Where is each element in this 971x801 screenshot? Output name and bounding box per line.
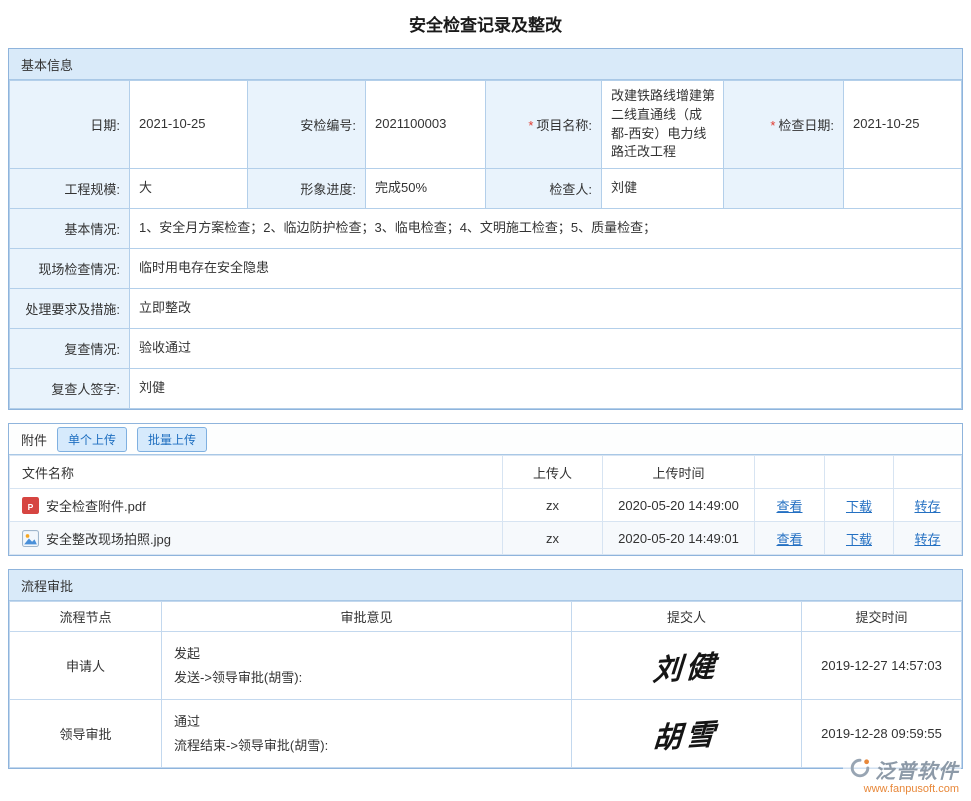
project-name-value: 改建铁路线增建第二线直通线（成都-西安）电力线路迁改工程 xyxy=(602,81,724,169)
svg-text:P: P xyxy=(28,501,34,511)
opinion-header: 审批意见 xyxy=(162,602,572,632)
file-cell: P 安全检查附件.pdf xyxy=(10,489,503,522)
flow-node-header: 流程节点 xyxy=(10,602,162,632)
submit-time-header: 提交时间 xyxy=(802,602,962,632)
table-row: 领导审批 通过 流程结束->领导审批(胡雪): 胡雪 2019-12-28 09… xyxy=(10,700,962,768)
action-header-empty xyxy=(825,456,894,489)
inspection-code-value: 2021100003 xyxy=(366,81,486,169)
check-date-value: 2021-10-25 xyxy=(844,81,962,169)
uploader-header: 上传人 xyxy=(503,456,603,489)
basic-info-table: 日期: 2021-10-25 安检编号: 2021100003 *项目名称: 改… xyxy=(9,80,962,409)
flow-node: 申请人 xyxy=(10,632,162,700)
required-mark: * xyxy=(528,118,533,133)
action-header-empty xyxy=(894,456,962,489)
measures-value: 立即整改 xyxy=(130,289,962,329)
table-row: 安全整改现场拍照.jpg zx 2020-05-20 14:49:01 查看 下… xyxy=(10,522,962,555)
table-row: P 安全检查附件.pdf zx 2020-05-20 14:49:00 查看 下… xyxy=(10,489,962,522)
vendor-watermark: 泛普软件 www.fanpusoft.com xyxy=(843,753,961,795)
progress-label: 形象进度: xyxy=(248,169,366,209)
view-link[interactable]: 查看 xyxy=(776,532,802,547)
required-mark: * xyxy=(770,118,775,133)
site-check-label: 现场检查情况: xyxy=(10,249,130,289)
file-uploader: zx xyxy=(503,522,603,555)
attachments-table: 文件名称 上传人 上传时间 P 安全检查附件.pdf zx 2020-05-20… xyxy=(9,455,962,555)
date-label: 日期: xyxy=(10,81,130,169)
table-header-row: 流程节点 审批意见 提交人 提交时间 xyxy=(10,602,962,632)
empty-value-cell xyxy=(844,169,962,209)
transfer-link[interactable]: 转存 xyxy=(914,532,940,547)
attachments-header: 附件 单个上传 批量上传 xyxy=(9,424,962,455)
approval-opinion: 通过 流程结束->领导审批(胡雪): xyxy=(162,700,572,768)
recheck-value: 验收通过 xyxy=(130,329,962,369)
file-name[interactable]: 安全整改现场拍照.jpg xyxy=(46,529,171,548)
view-link[interactable]: 查看 xyxy=(776,499,802,514)
table-row: 基本情况: 1、安全月方案检查；2、临边防护检查；3、临电检查；4、文明施工检查… xyxy=(10,209,962,249)
download-link[interactable]: 下载 xyxy=(846,532,872,547)
progress-value: 完成50% xyxy=(366,169,486,209)
table-row: 复查人签字: 刘健 xyxy=(10,369,962,409)
approval-section-title: 流程审批 xyxy=(9,570,962,601)
project-name-label: *项目名称: xyxy=(486,81,602,169)
file-name-header: 文件名称 xyxy=(10,456,503,489)
transfer-link[interactable]: 转存 xyxy=(914,499,940,514)
attachments-section: 附件 单个上传 批量上传 文件名称 上传人 上传时间 P 安全检查附件.pdf xyxy=(8,423,963,556)
file-uploader: zx xyxy=(503,489,603,522)
project-scale-label: 工程规模: xyxy=(10,169,130,209)
site-check-value: 临时用电存在安全隐患 xyxy=(130,249,962,289)
inspector-label: 检查人: xyxy=(486,169,602,209)
download-link[interactable]: 下载 xyxy=(846,499,872,514)
vendor-brand-name: 泛普软件 xyxy=(875,755,959,784)
basic-info-section-title: 基本信息 xyxy=(9,49,962,80)
approval-table: 流程节点 审批意见 提交人 提交时间 申请人 发起 发送->领导审批(胡雪): … xyxy=(9,601,962,768)
basic-situation-value: 1、安全月方案检查；2、临边防护检查；3、临电检查；4、文明施工检查；5、质量检… xyxy=(130,209,962,249)
approval-section: 流程审批 流程节点 审批意见 提交人 提交时间 申请人 发起 发送->领导审批(… xyxy=(8,569,963,769)
table-row: 处理要求及措施: 立即整改 xyxy=(10,289,962,329)
submitter-signature: 胡雪 xyxy=(572,700,802,768)
date-value: 2021-10-25 xyxy=(130,81,248,169)
measures-label: 处理要求及措施: xyxy=(10,289,130,329)
submitter-signature: 刘健 xyxy=(572,632,802,700)
action-header-empty xyxy=(755,456,825,489)
pdf-file-icon: P xyxy=(22,497,39,514)
batch-upload-button[interactable]: 批量上传 xyxy=(137,427,207,452)
submit-time: 2019-12-27 14:57:03 xyxy=(802,632,962,700)
table-row: 现场检查情况: 临时用电存在安全隐患 xyxy=(10,249,962,289)
empty-label-cell xyxy=(724,169,844,209)
flow-node: 领导审批 xyxy=(10,700,162,768)
page-title: 安全检查记录及整改 xyxy=(0,0,971,48)
file-upload-time: 2020-05-20 14:49:01 xyxy=(603,522,755,555)
recheck-sign-label: 复查人签字: xyxy=(10,369,130,409)
table-row: 复查情况: 验收通过 xyxy=(10,329,962,369)
file-cell: 安全整改现场拍照.jpg xyxy=(10,522,503,555)
basic-info-section: 基本信息 日期: 2021-10-25 安检编号: 2021100003 *项目… xyxy=(8,48,963,410)
image-file-icon xyxy=(22,530,39,547)
inspection-code-label: 安检编号: xyxy=(248,81,366,169)
fanpu-logo-icon xyxy=(849,757,871,782)
recheck-label: 复查情况: xyxy=(10,329,130,369)
inspector-value: 刘健 xyxy=(602,169,724,209)
file-upload-time: 2020-05-20 14:49:00 xyxy=(603,489,755,522)
single-upload-button[interactable]: 单个上传 xyxy=(57,427,127,452)
table-row: 日期: 2021-10-25 安检编号: 2021100003 *项目名称: 改… xyxy=(10,81,962,169)
vendor-url: www.fanpusoft.com xyxy=(864,783,959,795)
basic-situation-label: 基本情况: xyxy=(10,209,130,249)
table-header-row: 文件名称 上传人 上传时间 xyxy=(10,456,962,489)
table-row: 申请人 发起 发送->领导审批(胡雪): 刘健 2019-12-27 14:57… xyxy=(10,632,962,700)
attachments-title: 附件 xyxy=(21,430,47,449)
table-row: 工程规模: 大 形象进度: 完成50% 检查人: 刘健 xyxy=(10,169,962,209)
file-name[interactable]: 安全检查附件.pdf xyxy=(46,496,146,515)
approval-opinion: 发起 发送->领导审批(胡雪): xyxy=(162,632,572,700)
upload-time-header: 上传时间 xyxy=(603,456,755,489)
submitter-header: 提交人 xyxy=(572,602,802,632)
check-date-label: *检查日期: xyxy=(724,81,844,169)
project-scale-value: 大 xyxy=(130,169,248,209)
recheck-sign-value: 刘健 xyxy=(130,369,962,409)
